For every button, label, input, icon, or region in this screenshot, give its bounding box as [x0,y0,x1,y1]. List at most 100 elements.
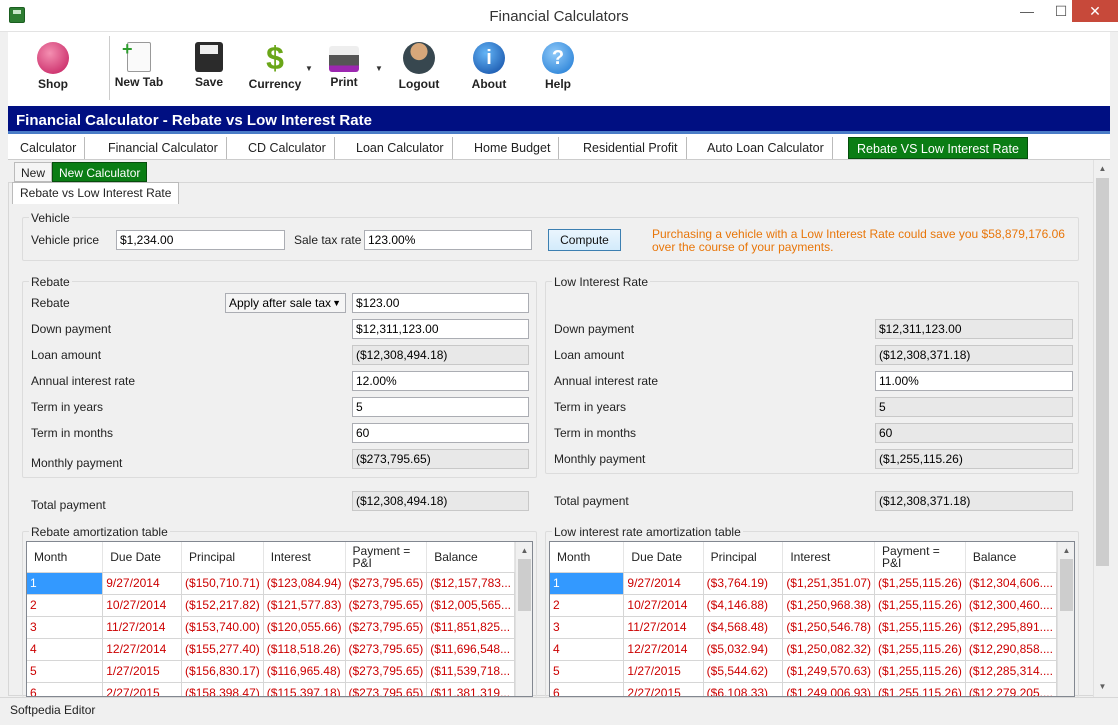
table-row[interactable]: 1 9/27/2014 ($3,764.19) ($1,251,351.07) ($1,… [550,572,1058,595]
column-header-interest[interactable]: Interest [782,542,876,573]
scroll-up-arrow[interactable]: ▲ [1094,160,1111,177]
table-row[interactable]: 5 1/27/2015 ($5,544.62) ($1,249,570.63) ($1,… [550,660,1058,683]
table-row[interactable]: 2 10/27/2014 ($152,217.82) ($121,577.83) ($2… [27,594,515,617]
tab-rebate-vs-low-interest[interactable]: Rebate VS Low Interest Rate [848,137,1028,159]
save-icon [195,42,223,72]
minimize-button[interactable]: — [1010,0,1044,22]
rebate-amortization-table[interactable]: Month Due Date Principal Interest Paymen… [26,541,533,697]
subtab-new-calculator[interactable]: New Calculator [52,162,148,182]
column-header-principal[interactable]: Principal [181,542,264,573]
currency-button[interactable]: $ Currency [245,38,305,91]
print-button[interactable]: Print [314,38,374,89]
save-label: Save [194,75,224,89]
tab-home-budget[interactable]: Home Budget [466,137,560,159]
tab-calculator[interactable]: Calculator [12,137,86,159]
table-cell: 10/27/2014 [102,594,183,617]
table-cell: ($1,255,115.26) [874,660,966,683]
main-scroll-thumb[interactable] [1096,178,1109,566]
print-label: Print [330,75,358,89]
about-button[interactable]: i About [459,38,519,91]
help-button[interactable]: ? Help [528,38,588,91]
column-header-month[interactable]: Month [27,542,104,573]
table-cell: ($150,710.71) [181,572,264,595]
table-cell: ($12,295,891.... [965,616,1058,639]
table-row[interactable]: 6 2/27/2015 ($158,398.47) ($115,397.18) ($27… [27,682,515,696]
scroll-down-arrow[interactable]: ▼ [1094,678,1111,695]
vehicle-group-label: Vehicle [29,211,72,225]
rebate-amount-input[interactable]: $123.00 [352,293,529,313]
column-header-month[interactable]: Month [550,542,625,573]
table-cell: 2 [27,594,104,617]
subtab-new[interactable]: New [14,162,53,182]
scroll-up-arrow[interactable]: ▲ [1058,542,1074,559]
shop-button[interactable]: Shop [23,38,83,91]
low-amortization-table[interactable]: Month Due Date Principal Interest Paymen… [549,541,1075,697]
column-header-interest[interactable]: Interest [263,542,346,573]
table-cell: 3 [550,616,625,639]
table-row[interactable]: 4 12/27/2014 ($155,277.40) ($118,518.26) ($2… [27,638,515,661]
rebate-term-years-input[interactable]: 5 [352,397,529,417]
column-header-balance[interactable]: Balance [965,542,1058,573]
currency-dropdown-arrow[interactable]: ▼ [305,64,313,73]
rebate-down-payment-input[interactable]: $12,311,123.00 [352,319,529,339]
tab-loan-calculator[interactable]: Loan Calculator [348,137,453,159]
table-cell: 1/27/2015 [623,660,704,683]
rebate-table-scroll-thumb[interactable] [518,559,531,611]
table-cell: ($273,795.65) [345,660,428,683]
sale-tax-input[interactable]: 123.00% [364,230,532,250]
rebate-interest-rate-input[interactable]: 12.00% [352,371,529,391]
rebate-table-scrollbar[interactable]: ▲ [515,542,532,696]
tab-auto-loan-calculator[interactable]: Auto Loan Calculator [699,137,833,159]
table-cell: ($152,217.82) [181,594,264,617]
table-row[interactable]: 4 12/27/2014 ($5,032.94) ($1,250,082.32) ($1… [550,638,1058,661]
table-cell: ($1,249,570.63) [782,660,876,683]
rebate-mode-select[interactable]: Apply after sale tax ▼ [225,293,346,313]
close-button[interactable]: ✕ [1072,0,1118,22]
rebate-term-months-input[interactable]: 60 [352,423,529,443]
table-cell: ($11,851,825... [426,616,515,639]
panel-tab-rebate-vs-low-interest[interactable]: Rebate vs Low Interest Rate [12,182,180,204]
column-header-balance[interactable]: Balance [426,542,515,573]
main-scrollbar[interactable]: ▲ ▼ [1093,160,1110,697]
calculator-banner: Financial Calculator - Rebate vs Low Int… [8,106,1110,134]
table-row[interactable]: 1 9/27/2014 ($150,710.71) ($123,084.94) ($27… [27,572,515,595]
low-total-payment-value: ($12,308,371.18) [875,491,1073,511]
table-cell: ($12,005,565... [426,594,515,617]
table-row[interactable]: 5 1/27/2015 ($156,830.17) ($116,965.48) ($27… [27,660,515,683]
low-monthly-payment-value: ($1,255,115.26) [875,449,1073,469]
logout-button[interactable]: Logout [389,38,449,91]
rebate-term-years-label: Term in years [31,400,104,414]
table-row[interactable]: 3 11/27/2014 ($153,740.00) ($120,055.66) ($2… [27,616,515,639]
table-cell: 4 [550,638,625,661]
table-row[interactable]: 6 2/27/2015 ($6,108.33) ($1,249,006.93) ($1,… [550,682,1058,696]
table-cell: 1 [550,572,625,595]
table-cell: 10/27/2014 [623,594,704,617]
low-interest-rate-input[interactable]: 11.00% [875,371,1073,391]
column-header-due-date[interactable]: Due Date [623,542,704,573]
scroll-up-arrow[interactable]: ▲ [516,542,532,559]
rebate-loan-amount-label: Loan amount [31,348,102,362]
vehicle-price-input[interactable]: $1,234.00 [116,230,285,250]
table-cell: ($1,251,351.07) [782,572,876,595]
save-button[interactable]: Save [179,38,239,89]
table-row[interactable]: 3 11/27/2014 ($4,568.48) ($1,250,546.78) ($1… [550,616,1058,639]
compute-button[interactable]: Compute [548,229,621,251]
low-down-payment-label: Down payment [554,322,635,336]
low-table-scroll-thumb[interactable] [1060,559,1073,611]
low-term-months-value: 60 [875,423,1073,443]
tab-residential-profit[interactable]: Residential Profit [575,137,687,159]
low-interest-group-label: Low Interest Rate [552,275,651,289]
table-cell: ($155,277.40) [181,638,264,661]
column-header-due-date[interactable]: Due Date [102,542,183,573]
column-header-payment[interactable]: Payment = P&I [345,542,428,573]
column-header-principal[interactable]: Principal [703,542,784,573]
printer-icon [329,46,359,72]
table-cell: ($156,830.17) [181,660,264,683]
new-tab-button[interactable]: + New Tab [109,38,169,89]
tab-financial-calculator[interactable]: Financial Calculator [100,137,227,159]
column-header-payment[interactable]: Payment = P&I [874,542,966,573]
print-dropdown-arrow[interactable]: ▼ [375,64,383,73]
low-table-scrollbar[interactable]: ▲ [1057,542,1074,696]
table-row[interactable]: 2 10/27/2014 ($4,146.88) ($1,250,968.38) ($1… [550,594,1058,617]
tab-cd-calculator[interactable]: CD Calculator [240,137,335,159]
